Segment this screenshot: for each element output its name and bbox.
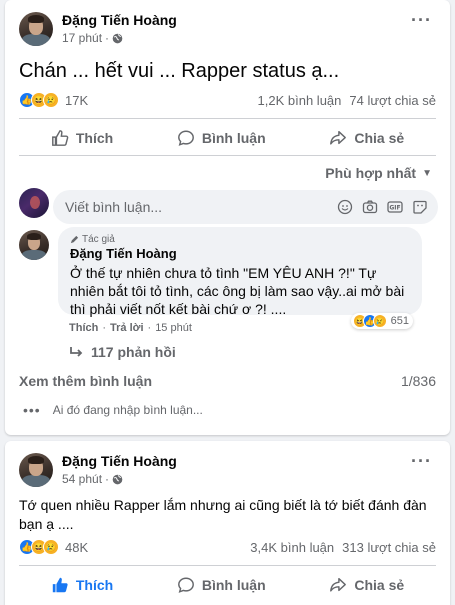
reaction-count: 48K	[65, 539, 89, 555]
view-replies-link[interactable]: 117 phản hồi	[69, 344, 176, 360]
post-text: Chán ... hết vui ... Rapper status ạ...	[19, 60, 340, 82]
comment-author-avatar[interactable]	[19, 230, 49, 260]
comment-time[interactable]: 15 phút	[155, 322, 192, 334]
more-options-icon[interactable]: ···	[411, 451, 432, 472]
thumbs-up-icon	[51, 130, 69, 146]
comment-icon	[177, 577, 194, 593]
author-name[interactable]: Đặng Tiến Hoàng	[62, 12, 177, 28]
view-more-comments-link[interactable]: Xem thêm bình luận	[19, 373, 152, 389]
share-count[interactable]: 74 lượt chia sẻ	[349, 93, 436, 108]
typing-dots-icon: •••	[23, 402, 41, 418]
reaction-count: 17K	[65, 92, 89, 108]
post-actions: Thích Bình luận Chia sẻ	[19, 570, 436, 600]
comment-input[interactable]	[65, 199, 337, 215]
comment-label: Bình luận	[201, 130, 266, 146]
reaction-summary[interactable]: 👍 😆 😢 48K	[19, 539, 88, 555]
current-user-avatar[interactable]	[19, 188, 49, 218]
author-avatar[interactable]	[19, 12, 53, 46]
badge-label: Tác giả	[82, 234, 115, 245]
reply-arrow-icon	[70, 347, 83, 357]
divider	[19, 155, 436, 156]
share-icon	[330, 577, 347, 592]
sort-label: Phù hợp nhất	[325, 165, 417, 181]
comment-reactions[interactable]: 😆 👍 😢 651	[350, 313, 413, 329]
sticker-icon[interactable]	[412, 199, 428, 215]
sad-reaction-icon: 😢	[43, 539, 59, 555]
comment-bubble: Tác giả Đặng Tiến Hoàng Ở thế tự nhiên c…	[58, 227, 422, 317]
comment-like-link[interactable]: Thích	[69, 322, 98, 334]
post-time[interactable]: 54 phút	[62, 472, 102, 486]
comment-reaction-count: 651	[390, 315, 409, 327]
divider	[19, 118, 436, 119]
divider	[19, 565, 436, 566]
share-button[interactable]: Chia sẻ	[319, 123, 414, 153]
post-card: Đặng Tiến Hoàng 17 phút · ··· Chán ... h…	[5, 0, 450, 435]
post-stats: 3,4K bình luận 313 lượt chia sẻ	[250, 540, 436, 555]
comment-icon	[177, 130, 194, 146]
post-time[interactable]: 17 phút	[62, 31, 102, 45]
svg-text:GIF: GIF	[389, 205, 400, 212]
comment-button[interactable]: Bình luận	[167, 570, 276, 600]
comment-author-name[interactable]: Đặng Tiến Hoàng	[70, 246, 410, 261]
pen-icon	[70, 235, 79, 244]
comment-count[interactable]: 1,2K bình luận	[258, 93, 342, 108]
typing-text: Ai đó đang nhập bình luận...	[52, 403, 203, 417]
like-button[interactable]: Thích	[41, 123, 123, 153]
thumbs-up-icon	[52, 577, 68, 593]
share-label: Chia sẻ	[354, 130, 405, 146]
author-badge: Tác giả	[70, 234, 410, 245]
comment-text: Ở thế tự nhiên chưa tỏ tình "EM YÊU ANH …	[70, 265, 405, 317]
like-label: Thích	[75, 130, 114, 146]
share-count[interactable]: 313 lượt chia sẻ	[342, 540, 436, 555]
sad-reaction-icon: 😢	[43, 92, 59, 108]
post-meta: 17 phút ·	[62, 31, 123, 45]
like-button[interactable]: Thích	[41, 570, 123, 600]
comment-actions: Thích · Trả lời · 15 phút	[69, 322, 192, 334]
author-name[interactable]: Đặng Tiến Hoàng	[62, 453, 177, 469]
post-actions: Thích Bình luận Chia sẻ	[19, 123, 436, 153]
post-stats: 1,2K bình luận 74 lượt chia sẻ	[258, 93, 436, 108]
sad-reaction-icon: 😢	[372, 314, 387, 328]
post-text: Tớ quen nhiều Rapper lắm nhưng ai cũng b…	[19, 497, 427, 532]
share-label: Chia sẻ	[354, 577, 405, 593]
globe-icon	[112, 474, 123, 484]
post-meta: 54 phút ·	[62, 472, 123, 486]
share-icon	[330, 130, 347, 145]
reaction-summary[interactable]: 👍 😆 😢 17K	[19, 92, 88, 108]
comment-label: Bình luận	[201, 577, 266, 593]
author-avatar[interactable]	[19, 453, 53, 487]
replies-count: 117 phản hồi	[91, 344, 176, 360]
comment-reply-link[interactable]: Trả lời	[110, 322, 144, 334]
post-card: Đặng Tiến Hoàng 54 phút · ··· Tớ quen nh…	[5, 441, 450, 605]
globe-icon	[112, 33, 123, 43]
comment-input-box[interactable]: GIF	[53, 190, 438, 224]
comment-sort-dropdown[interactable]: Phù hợp nhất ▼	[325, 165, 432, 181]
gif-icon[interactable]: GIF	[387, 199, 403, 215]
like-label: Thích	[75, 577, 114, 593]
camera-icon[interactable]	[362, 199, 378, 215]
share-button[interactable]: Chia sẻ	[319, 570, 414, 600]
more-options-icon[interactable]: ···	[411, 10, 432, 31]
comment-pager: 1/836	[400, 373, 436, 389]
caret-down-icon: ▼	[422, 167, 432, 179]
emoji-icon[interactable]	[337, 199, 353, 215]
comment-button[interactable]: Bình luận	[167, 123, 276, 153]
more-comments-row: Xem thêm bình luận 1/836	[19, 373, 436, 389]
comment-count[interactable]: 3,4K bình luận	[250, 540, 334, 555]
typing-indicator: ••• Ai đó đang nhập bình luận...	[23, 402, 203, 418]
